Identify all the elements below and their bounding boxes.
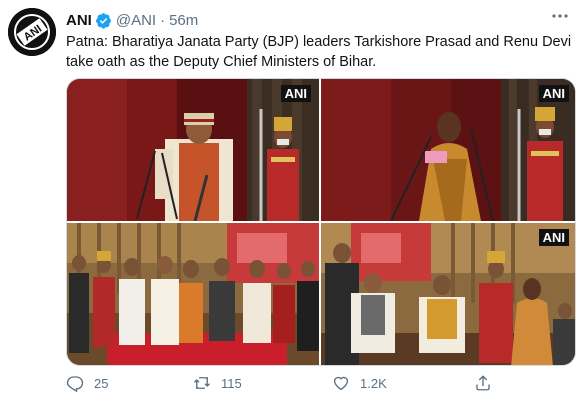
like-count: 1.2K bbox=[360, 375, 387, 391]
ani-logo-icon: ANI bbox=[8, 8, 56, 56]
photo-watermark: ANI bbox=[538, 229, 569, 246]
photo-3[interactable] bbox=[67, 223, 319, 365]
retweet-button[interactable]: 115 bbox=[193, 374, 242, 392]
timestamp[interactable]: 56m bbox=[169, 12, 198, 29]
like-icon bbox=[333, 376, 349, 391]
photo-4[interactable]: ANI bbox=[321, 223, 575, 365]
photo-watermark: ANI bbox=[538, 85, 569, 102]
avatar[interactable]: ANI bbox=[8, 8, 56, 56]
verified-icon bbox=[95, 12, 111, 29]
share-icon bbox=[476, 375, 490, 391]
account-handle[interactable]: @ANI bbox=[116, 12, 156, 29]
tweet-text-line-1: Patna: Bharatiya Janata Party (BJP) lead… bbox=[66, 34, 572, 50]
tweet-card[interactable]: ANI ANI @ANI · 56m Patna: Bharatiya Jana… bbox=[0, 0, 581, 402]
action-bar: 25 115 1.2K bbox=[66, 373, 576, 393]
photo-2[interactable]: ANI bbox=[321, 79, 575, 221]
reply-count: 25 bbox=[94, 375, 109, 391]
more-icon[interactable] bbox=[547, 6, 573, 28]
tweet-text-line-2: take oath as the Deputy Chief Ministers … bbox=[66, 54, 377, 70]
media-grid[interactable]: ANI ANI ANI bbox=[66, 78, 576, 366]
photo-watermark: ANI bbox=[280, 85, 311, 102]
share-button[interactable] bbox=[474, 374, 502, 392]
account-name[interactable]: ANI bbox=[66, 12, 92, 29]
tweet-header: ANI @ANI · 56m bbox=[66, 10, 198, 30]
separator: · bbox=[160, 11, 166, 29]
reply-button[interactable]: 25 bbox=[66, 374, 108, 392]
reply-icon bbox=[66, 376, 84, 392]
tweet-text: Patna: Bharatiya Janata Party (BJP) lead… bbox=[66, 32, 572, 72]
like-button[interactable]: 1.2K bbox=[332, 374, 387, 392]
retweet-count: 115 bbox=[221, 375, 242, 391]
retweet-icon bbox=[194, 377, 210, 389]
photo-1[interactable]: ANI bbox=[67, 79, 319, 221]
